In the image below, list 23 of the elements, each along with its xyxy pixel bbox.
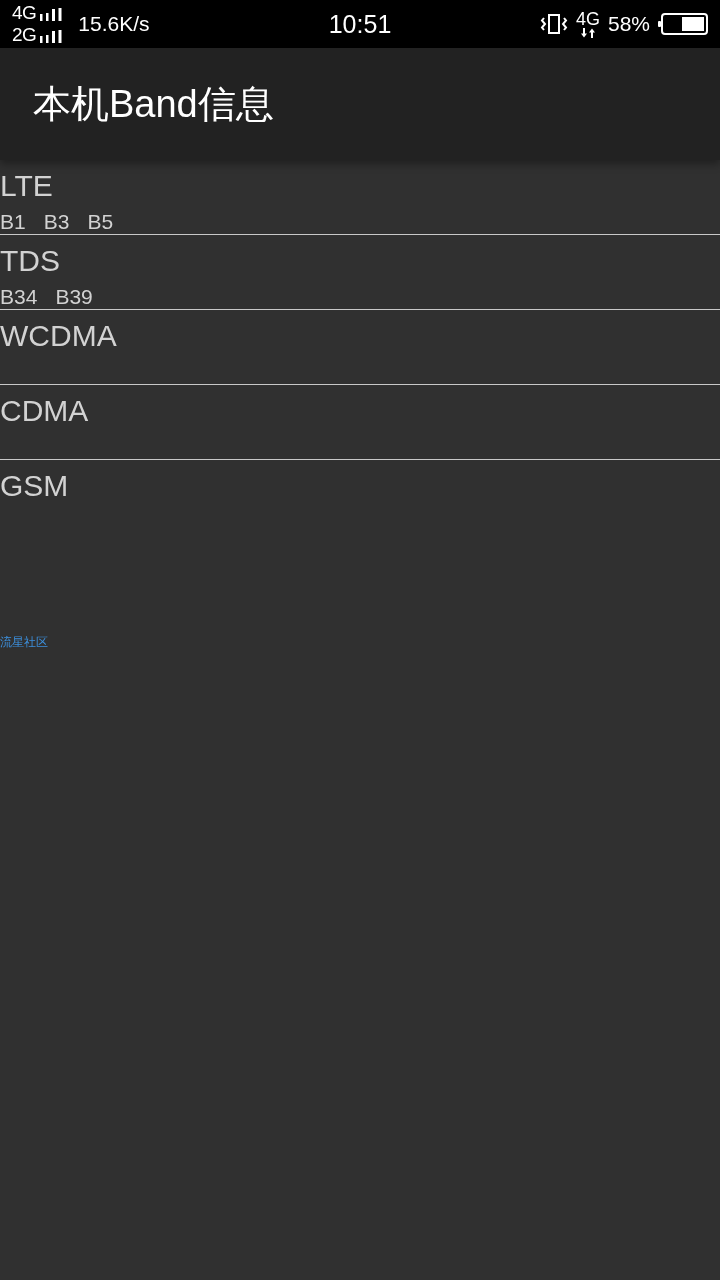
data-network-label: 4G: [575, 10, 600, 28]
community-link[interactable]: 流星社区: [0, 635, 48, 649]
band-label: B3: [43, 210, 70, 234]
band-label: B39: [55, 285, 93, 309]
network-mode-label: GSM: [0, 468, 70, 504]
network-mode-label: TDS: [0, 243, 61, 279]
network-speed: 15.6K/s: [78, 12, 150, 36]
page-title: 本机Band信息: [33, 82, 274, 127]
network-mode-label: WCDMA: [0, 318, 118, 354]
network-mode-label: LTE: [0, 168, 54, 204]
band-label: B34: [0, 285, 38, 309]
network-type-label: 4G: [12, 2, 37, 24]
signal-icon: [40, 30, 63, 43]
vibrate-icon: [539, 12, 568, 36]
network-type-label: 2G: [12, 24, 37, 46]
band-label: B5: [87, 210, 114, 234]
clock-time: 10:51: [328, 10, 392, 38]
data-arrows-icon: [579, 27, 596, 38]
network-mode-label: CDMA: [0, 393, 90, 429]
battery-icon: [658, 13, 708, 35]
band-label: B1: [0, 210, 26, 234]
signal-icon: [40, 8, 63, 21]
battery-percent: 58%: [607, 12, 650, 36]
